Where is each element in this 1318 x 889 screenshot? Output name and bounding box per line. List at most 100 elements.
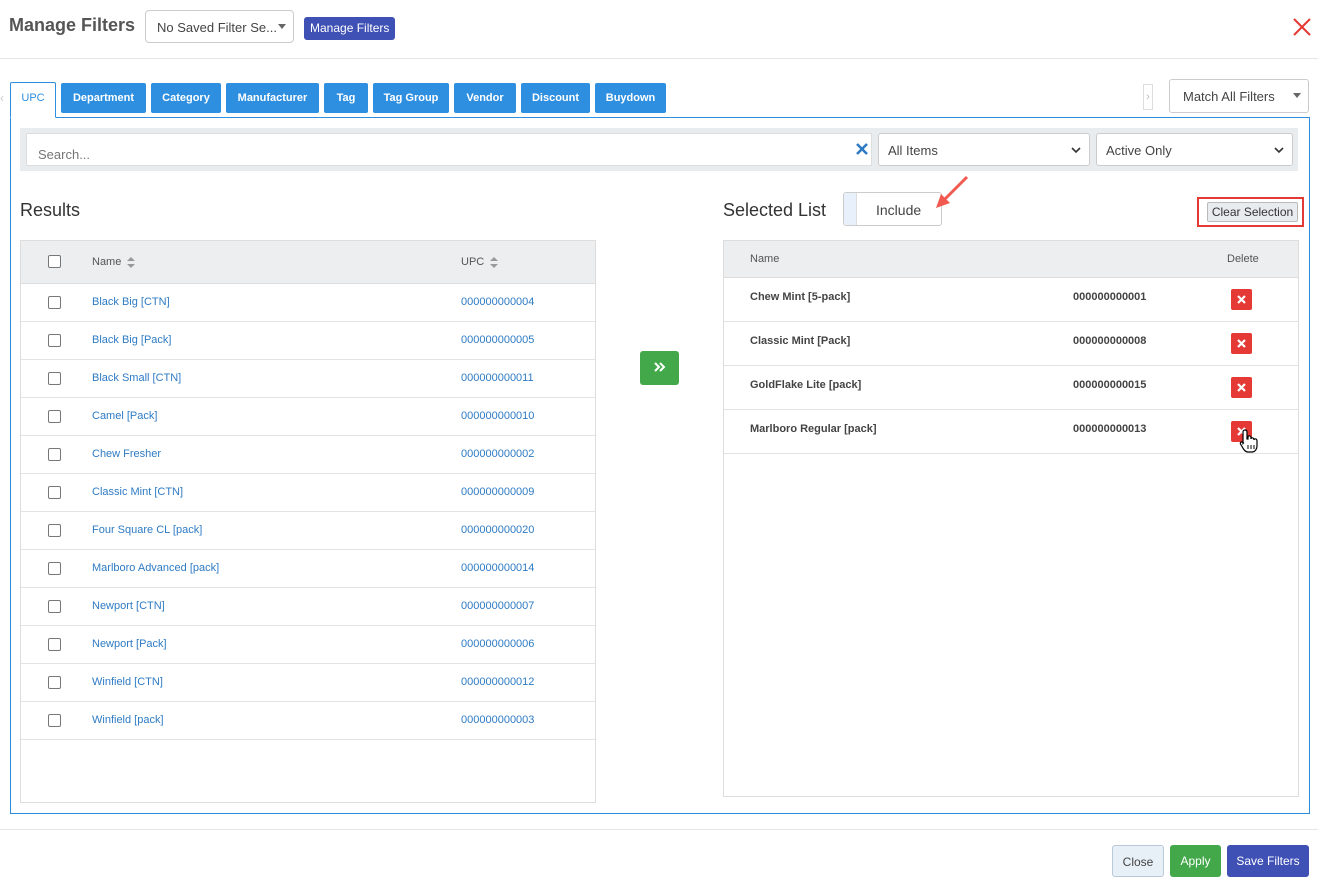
item-name-link[interactable]: Classic Mint [CTN] (92, 486, 183, 498)
table-row[interactable]: Camel [Pack] 000000000010 (21, 398, 595, 436)
tab-tag-group[interactable]: Tag Group (373, 83, 449, 113)
table-row[interactable]: Newport [CTN] 000000000007 (21, 588, 595, 626)
table-row[interactable]: Black Big [CTN] 000000000004 (21, 284, 595, 322)
delete-button[interactable] (1231, 333, 1252, 354)
row-checkbox[interactable] (48, 676, 61, 689)
delete-button[interactable] (1231, 377, 1252, 398)
table-row[interactable]: Winfield [pack] 000000000003 (21, 702, 595, 740)
table-row[interactable]: Classic Mint [CTN] 000000000009 (21, 474, 595, 512)
name-column-header[interactable]: Name (92, 256, 136, 268)
selected-item-name: Marlboro Regular [pack] (750, 423, 877, 435)
status-filter-select[interactable]: Active Only (1096, 133, 1293, 166)
selected-list-title: Selected List (723, 200, 827, 220)
tab-vendor[interactable]: Vendor (454, 83, 516, 113)
apply-button[interactable]: Apply (1170, 845, 1221, 877)
row-checkbox[interactable] (48, 562, 61, 575)
item-name-link[interactable]: Marlboro Advanced [pack] (92, 562, 219, 574)
saved-filter-select[interactable]: No Saved Filter Se... (145, 10, 294, 43)
row-checkbox[interactable] (48, 296, 61, 309)
upc-column-header[interactable]: UPC (461, 256, 499, 268)
row-checkbox[interactable] (48, 448, 61, 461)
item-name-link[interactable]: Black Big [Pack] (92, 334, 171, 346)
item-name-link[interactable]: Winfield [CTN] (92, 676, 163, 688)
item-upc-link[interactable]: 000000000014 (461, 562, 534, 574)
table-row[interactable]: Marlboro Advanced [pack] 000000000014 (21, 550, 595, 588)
row-checkbox[interactable] (48, 372, 61, 385)
tab-buydown[interactable]: Buydown (595, 83, 666, 113)
results-table-header: Name UPC (21, 241, 595, 284)
item-name-link[interactable]: Winfield [pack] (92, 714, 164, 726)
tab-department[interactable]: Department (61, 83, 146, 113)
table-row[interactable]: Black Small [CTN] 000000000011 (21, 360, 595, 398)
item-name-link[interactable]: Camel [Pack] (92, 410, 157, 422)
move-to-selected-button[interactable] (640, 351, 679, 385)
row-checkbox[interactable] (48, 410, 61, 423)
item-name-link[interactable]: Black Big [CTN] (92, 296, 170, 308)
item-upc-link[interactable]: 000000000007 (461, 600, 534, 612)
clear-search-icon[interactable] (855, 142, 869, 156)
items-filter-select[interactable]: All Items (878, 133, 1090, 166)
save-filters-button[interactable]: Save Filters (1227, 845, 1309, 877)
selected-item-upc: 000000000001 (1073, 291, 1147, 303)
item-upc-link[interactable]: 000000000010 (461, 410, 534, 422)
manage-filters-button[interactable]: Manage Filters (304, 17, 396, 40)
item-name-link[interactable]: Four Square CL [pack] (92, 524, 202, 536)
item-upc-link[interactable]: 000000000011 (461, 372, 534, 384)
selected-item-name: Classic Mint [Pack] (750, 335, 851, 347)
row-checkbox[interactable] (48, 714, 61, 727)
tab-discount[interactable]: Discount (521, 83, 590, 113)
list-item: Marlboro Regular [pack] 000000000013 (724, 410, 1298, 454)
item-upc-link[interactable]: 000000000006 (461, 638, 534, 650)
item-upc-link[interactable]: 000000000002 (461, 448, 534, 460)
table-row[interactable]: Chew Fresher 000000000002 (21, 436, 595, 474)
table-row[interactable]: Winfield [CTN] 000000000012 (21, 664, 595, 702)
list-item: Chew Mint [5-pack] 000000000001 (724, 278, 1298, 322)
item-name-link[interactable]: Newport [CTN] (92, 600, 165, 612)
results-title: Results (20, 200, 81, 220)
selected-item-upc: 000000000015 (1073, 379, 1147, 391)
list-item: Classic Mint [Pack] 000000000008 (724, 322, 1298, 366)
item-upc-link[interactable]: 000000000005 (461, 334, 534, 346)
tab-tag[interactable]: Tag (324, 83, 368, 113)
close-icon[interactable] (1291, 16, 1313, 38)
tab-category[interactable]: Category (151, 83, 221, 113)
row-checkbox[interactable] (48, 334, 61, 347)
item-upc-link[interactable]: 000000000020 (461, 524, 534, 536)
selected-table: Name Delete Chew Mint [5-pack] 0000000000… (723, 240, 1299, 797)
table-row[interactable]: Newport [Pack] 000000000006 (21, 626, 595, 664)
delete-button[interactable] (1231, 289, 1252, 310)
item-upc-link[interactable]: 000000000004 (461, 296, 534, 308)
item-upc-link[interactable]: 000000000003 (461, 714, 534, 726)
item-name-link[interactable]: Chew Fresher (92, 448, 161, 460)
item-upc-link[interactable]: 000000000009 (461, 486, 534, 498)
toggle-label: Include (876, 202, 922, 218)
tabs-scroll-left-icon[interactable]: ‹ (0, 85, 8, 111)
match-filters-select[interactable]: Match All Filters (1169, 79, 1309, 113)
search-input[interactable] (26, 133, 872, 166)
match-filters-value: Match All Filters (1183, 89, 1275, 104)
row-checkbox[interactable] (48, 486, 61, 499)
close-button[interactable]: Close (1112, 845, 1164, 877)
tabs-scroll-right-icon[interactable]: › (1143, 84, 1153, 110)
table-row[interactable]: Black Big [Pack] 000000000005 (21, 322, 595, 360)
chevron-down-icon (1071, 147, 1081, 154)
selected-item-upc: 000000000013 (1073, 423, 1147, 435)
tab-manufacturer[interactable]: Manufacturer (226, 83, 319, 113)
tab-upc[interactable]: UPC (10, 82, 56, 118)
select-all-checkbox[interactable] (48, 255, 61, 268)
row-checkbox[interactable] (48, 600, 61, 613)
row-checkbox[interactable] (48, 524, 61, 537)
annotation-arrow-icon (936, 175, 969, 208)
caret-down-icon (278, 24, 286, 29)
toggle-knob (844, 193, 857, 225)
row-checkbox[interactable] (48, 638, 61, 651)
table-row[interactable]: Four Square CL [pack] 000000000020 (21, 512, 595, 550)
item-name-link[interactable]: Black Small [CTN] (92, 372, 181, 384)
item-name-link[interactable]: Newport [Pack] (92, 638, 167, 650)
clear-selection-button[interactable]: Clear Selection (1207, 202, 1298, 222)
delete-x-icon (1237, 295, 1246, 304)
include-exclude-toggle[interactable]: Include (843, 192, 942, 226)
items-filter-value: All Items (888, 143, 938, 158)
delete-column-label: Delete (1227, 253, 1259, 265)
item-upc-link[interactable]: 000000000012 (461, 676, 534, 688)
